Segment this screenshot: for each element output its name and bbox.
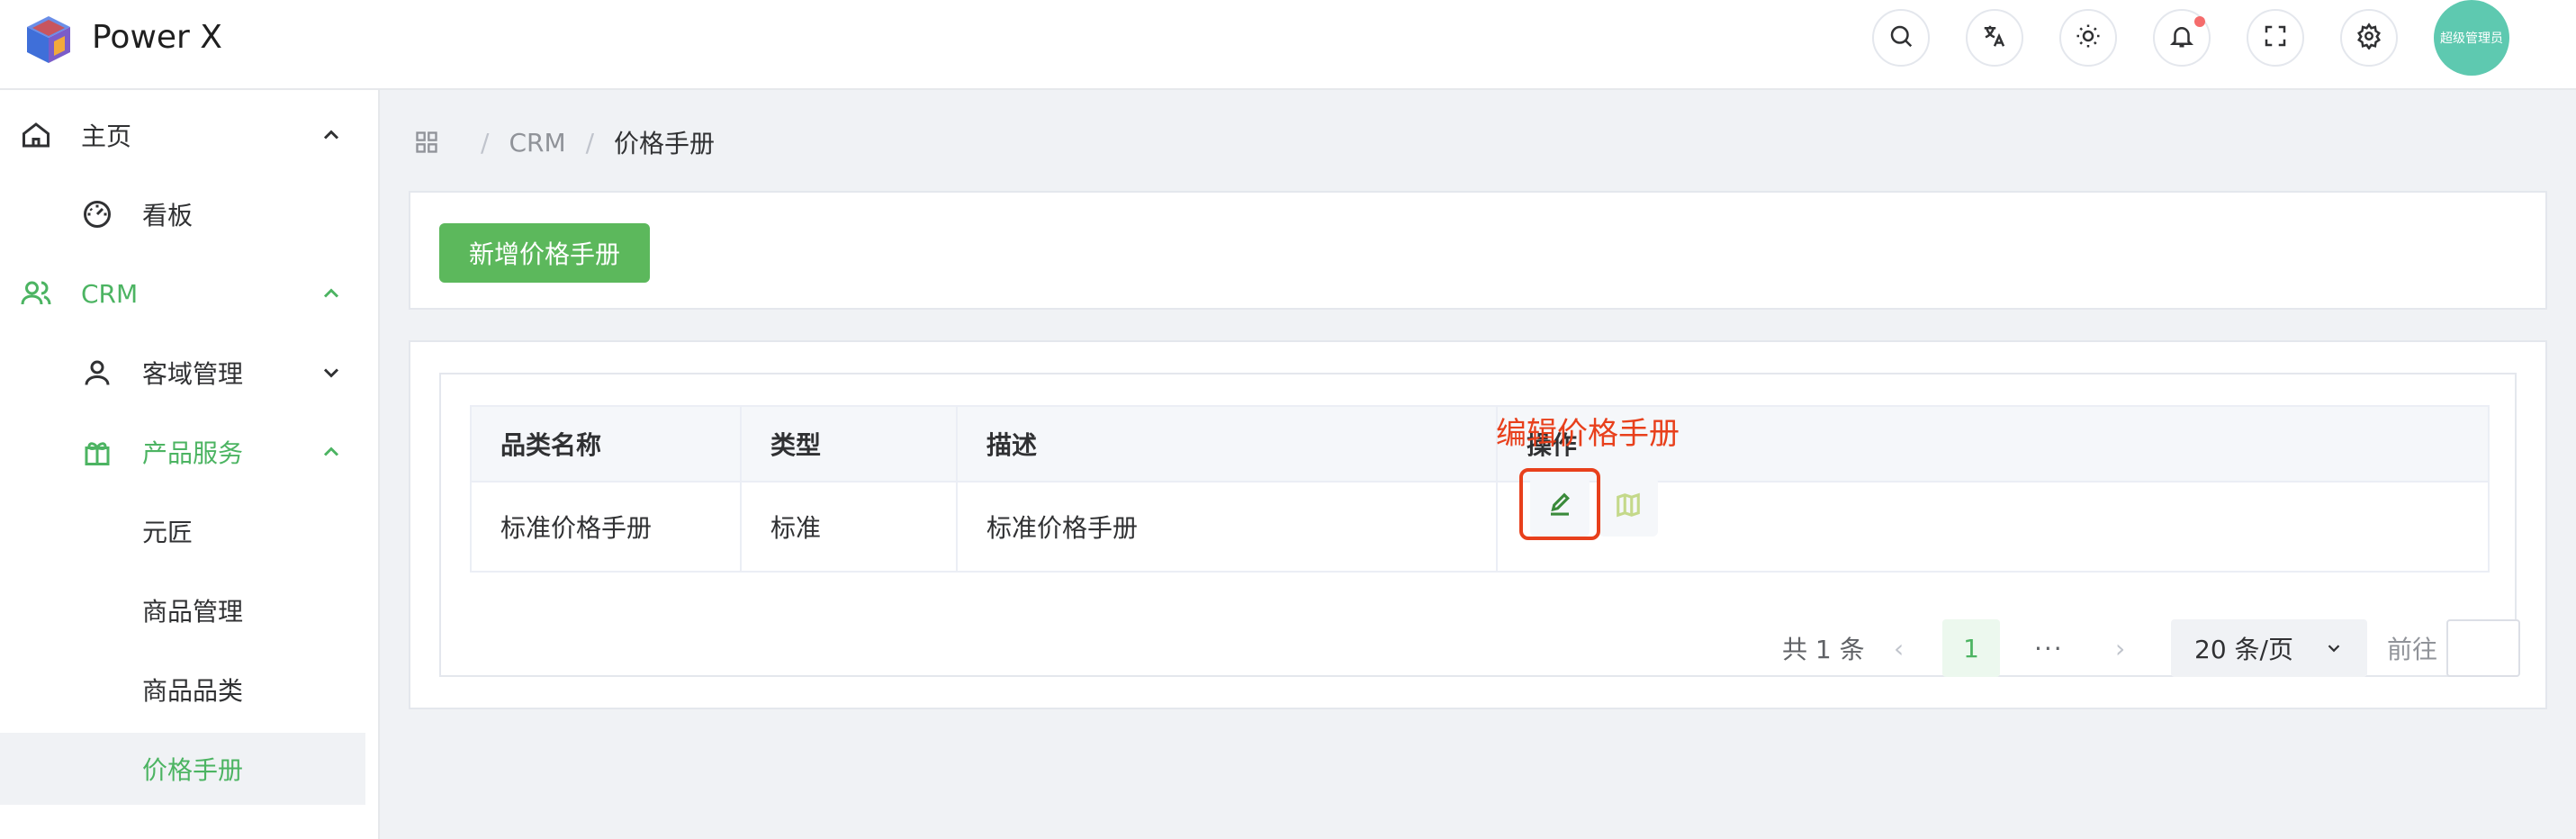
chevron-down-icon (319, 360, 344, 385)
sidebar: 主页 看板 CRM 客域管理 产品服务 元匠 商品管理 商品品类 价格手册 (0, 90, 380, 839)
breadcrumb-separator: / (585, 127, 595, 158)
sidebar-item-label: CRM (81, 278, 139, 309)
home-icon (20, 119, 52, 151)
price-book-table: 品类名称 类型 描述 操作 标准价格手册 标准 标准价格手册 (470, 405, 2490, 573)
annotation-label: 编辑价格手册 (1496, 416, 1680, 452)
sidebar-item-dashboard[interactable]: 看板 (0, 178, 365, 250)
settings-button[interactable] (2340, 9, 2398, 67)
chevron-left-icon[interactable]: ‹ (1894, 634, 1904, 663)
cell-desc: 标准价格手册 (958, 483, 1498, 571)
breadcrumb-item-crm[interactable]: CRM (509, 128, 565, 158)
grid-icon[interactable] (414, 130, 439, 155)
theme-button[interactable] (2059, 9, 2117, 67)
chevron-up-icon (319, 281, 344, 306)
gift-icon (81, 436, 113, 468)
dashboard-icon (81, 198, 113, 230)
language-button[interactable] (1966, 9, 2023, 67)
column-header: 描述 (958, 407, 1498, 481)
sidebar-item-product-category[interactable]: 商品品类 (0, 654, 365, 726)
page-number-current[interactable]: 1 (1942, 619, 2000, 677)
pagination-total: 共 1 条 (1782, 635, 1865, 664)
notification-button[interactable] (2153, 9, 2211, 67)
user-icon (81, 356, 113, 389)
chevron-up-icon (319, 439, 344, 465)
gear-icon (2355, 23, 2382, 53)
search-icon (1887, 23, 1914, 53)
cell-name: 标准价格手册 (472, 483, 742, 571)
chevron-down-icon (2328, 645, 2340, 653)
app-title: Power X (92, 19, 222, 56)
sidebar-item-label: 看板 (142, 201, 194, 230)
price-book-detail-button[interactable] (1599, 477, 1658, 537)
sidebar-item-label: 产品服务 (142, 438, 244, 468)
table-row: 标准价格手册 标准 标准价格手册 (472, 481, 2488, 571)
app-logo[interactable] (23, 14, 74, 65)
sidebar-item-product-management[interactable]: 商品管理 (0, 574, 365, 646)
sidebar-item-label: 价格手册 (142, 755, 244, 785)
bell-icon (2168, 23, 2195, 53)
sidebar-item-yuanjiang[interactable]: 元匠 (0, 495, 365, 567)
sidebar-item-product-service[interactable]: 产品服务 (0, 416, 365, 488)
breadcrumb-item-current: 价格手册 (614, 129, 716, 158)
theme-icon (2075, 23, 2102, 53)
sidebar-item-customer-domain[interactable]: 客域管理 (0, 337, 365, 409)
breadcrumb: / CRM / 价格手册 (414, 122, 715, 162)
table-card: 品类名称 类型 描述 操作 标准价格手册 标准 标准价格手册 编辑价格手册 共 … (409, 340, 2547, 709)
avatar[interactable]: 超级管理员 (2434, 0, 2509, 76)
sidebar-item-price-book[interactable]: 价格手册 (0, 733, 365, 805)
table-header: 品类名称 类型 描述 操作 (472, 407, 2488, 481)
fullscreen-button[interactable] (2247, 9, 2304, 67)
sidebar-item-label: 客域管理 (142, 359, 244, 389)
chevron-right-icon[interactable]: › (2115, 634, 2125, 663)
notification-dot (2194, 16, 2205, 27)
goto-page-input[interactable] (2446, 619, 2520, 677)
top-header: Power X 超级管理员 (0, 0, 2576, 90)
pagination: 共 1 条 ‹ 1 ··· › 20 条/页 前往 (441, 619, 2520, 677)
sidebar-item-crm[interactable]: CRM (0, 257, 365, 329)
sidebar-item-label: 商品品类 (142, 676, 244, 706)
annotation-highlight (1519, 468, 1600, 540)
sidebar-item-home[interactable]: 主页 (0, 99, 365, 171)
users-icon (20, 277, 52, 310)
column-header: 类型 (742, 407, 958, 481)
sidebar-item-label: 元匠 (142, 518, 194, 547)
fullscreen-icon (2262, 23, 2289, 53)
book-icon (1615, 492, 1642, 522)
page-size-select[interactable]: 20 条/页 (2171, 619, 2367, 677)
goto-label: 前往 (2387, 635, 2438, 664)
search-button[interactable] (1872, 9, 1930, 67)
add-price-book-button[interactable]: 新增价格手册 (439, 223, 650, 283)
cell-type: 标准 (742, 483, 958, 571)
toolbar-card: 新增价格手册 (409, 191, 2547, 310)
column-header: 品类名称 (472, 407, 742, 481)
more-pages[interactable]: ··· (2034, 634, 2064, 663)
table-panel: 品类名称 类型 描述 操作 标准价格手册 标准 标准价格手册 编辑价格手册 共 … (439, 373, 2520, 677)
page-size-value: 20 条/页 (2194, 635, 2293, 664)
breadcrumb-separator: / (481, 127, 490, 158)
translate-icon (1981, 23, 2008, 53)
sidebar-item-label: 商品管理 (142, 597, 244, 627)
chevron-up-icon (319, 122, 344, 148)
sidebar-item-label: 主页 (81, 122, 132, 151)
